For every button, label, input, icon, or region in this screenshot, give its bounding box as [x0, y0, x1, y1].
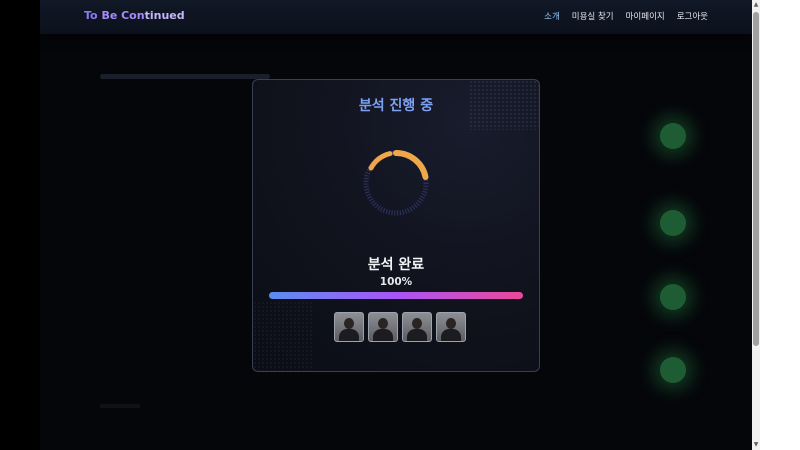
- loading-spinner-icon: [363, 149, 429, 216]
- logo-text-part: To: [84, 9, 102, 22]
- background-status-dot: [660, 210, 686, 236]
- page: To Be Continued 소개 미용실 찾기 마이페이지 로그아웃 분석 …: [0, 0, 752, 450]
- arrow-down-icon[interactable]: ▼: [752, 440, 760, 450]
- nav-item-about[interactable]: 소개: [544, 10, 560, 22]
- site-logo[interactable]: To Be Continued: [84, 9, 185, 22]
- background-status-dot: [660, 357, 686, 383]
- thumbnail-list: [334, 312, 466, 342]
- nav-item-find-salon[interactable]: 미용실 찾기: [572, 10, 614, 22]
- background-status-dot: [660, 284, 686, 310]
- logo-text-part: tinued: [144, 9, 185, 22]
- scrollbar-thumb[interactable]: [753, 12, 759, 346]
- nav-item-logout[interactable]: 로그아웃: [677, 10, 708, 22]
- progress-percent: 100%: [379, 276, 413, 288]
- background-status-dot: [660, 123, 686, 149]
- analysis-modal: 분석 진행 중 분석 완료 100%: [252, 79, 540, 372]
- background-text-line: [100, 74, 270, 79]
- face-thumbnail[interactable]: [436, 312, 466, 342]
- top-header: To Be Continued 소개 미용실 찾기 마이페이지 로그아웃: [40, 0, 752, 34]
- analysis-status: 분석 완료: [367, 257, 425, 273]
- progress-bar: [269, 292, 523, 299]
- modal-title: 분석 진행 중: [358, 98, 434, 114]
- face-thumbnail[interactable]: [334, 312, 364, 342]
- main-nav: 소개 미용실 찾기 마이페이지 로그아웃: [544, 10, 708, 22]
- face-thumbnail[interactable]: [402, 312, 432, 342]
- logo-text-part: Be Con: [101, 9, 145, 22]
- progress-bar-fill: [269, 292, 523, 299]
- arrow-up-icon[interactable]: ▲: [752, 0, 760, 10]
- window-edge: [760, 0, 800, 450]
- decorative-dots: [253, 301, 313, 371]
- face-thumbnail[interactable]: [368, 312, 398, 342]
- nav-item-mypage[interactable]: 마이페이지: [626, 10, 665, 22]
- background-footer-line: [100, 404, 140, 408]
- vertical-scrollbar[interactable]: ▲ ▼: [752, 0, 760, 450]
